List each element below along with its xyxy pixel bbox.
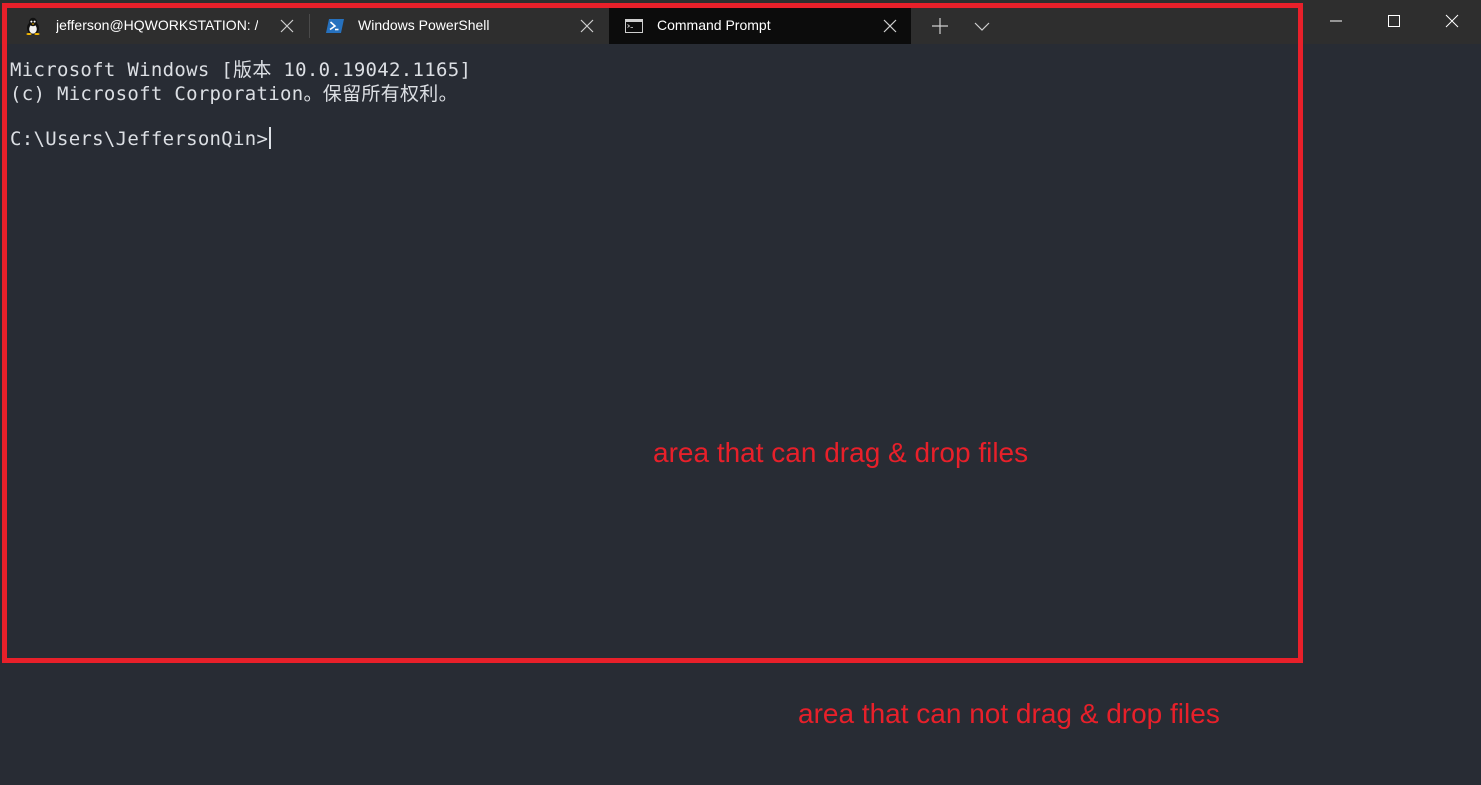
maximize-icon — [1388, 15, 1400, 27]
minimize-icon — [1330, 20, 1342, 22]
annotation-drop-area: area that can drag & drop files — [653, 437, 1029, 468]
drag-drop-area-highlight — [2, 3, 1303, 663]
annotation-non-drop-area: area that can not drag & drop files — [798, 698, 1220, 729]
maximize-button[interactable] — [1365, 0, 1423, 44]
terminal-window: jefferson@HQWORKSTATION: / Windows Power… — [0, 0, 1481, 785]
minimize-button[interactable] — [1307, 0, 1365, 44]
close-window-button[interactable] — [1423, 0, 1481, 44]
close-icon — [1445, 14, 1459, 28]
